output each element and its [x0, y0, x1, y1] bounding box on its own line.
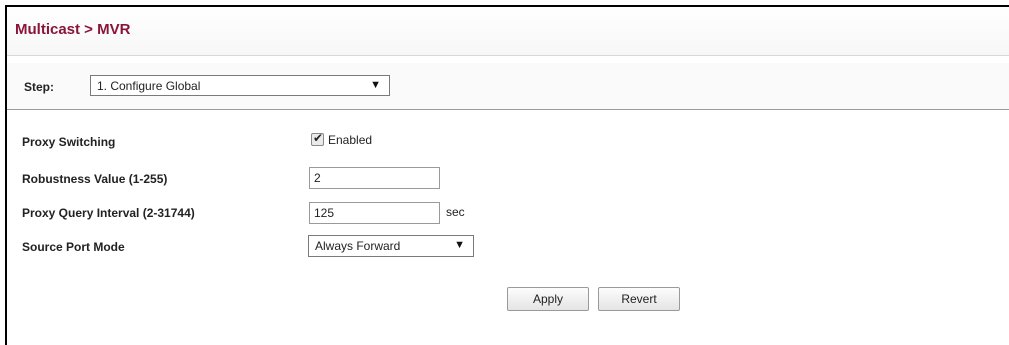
revert-button[interactable]: Revert — [598, 287, 680, 311]
robustness-input[interactable] — [309, 167, 440, 189]
page-header: Multicast > MVR — [7, 7, 1009, 56]
chevron-down-icon: ▼ — [370, 79, 381, 91]
query-interval-label: Proxy Query Interval (2-31744) — [22, 206, 195, 220]
source-port-mode-select[interactable]: Always Forward ▼ — [308, 235, 474, 257]
proxy-switching-checkbox[interactable]: ✔ — [311, 131, 324, 146]
checkmark-icon: ✔ — [313, 131, 324, 145]
robustness-label: Robustness Value (1-255) — [22, 172, 168, 186]
proxy-switching-enabled-label: Enabled — [328, 133, 373, 147]
step-bar: Step: 1. Configure Global ▼ — [7, 63, 1009, 110]
query-interval-unit: sec — [446, 205, 465, 219]
source-port-mode-value: Always Forward — [315, 239, 401, 253]
apply-button[interactable]: Apply — [507, 287, 589, 311]
source-port-mode-label: Source Port Mode — [22, 240, 125, 254]
step-select-value: 1. Configure Global — [97, 79, 201, 93]
chevron-down-icon: ▼ — [454, 239, 465, 251]
step-label: Step: — [24, 80, 54, 94]
step-select[interactable]: 1. Configure Global ▼ — [90, 75, 390, 96]
query-interval-input[interactable] — [309, 202, 440, 224]
proxy-switching-label: Proxy Switching — [22, 135, 116, 149]
page-title: Multicast > MVR — [15, 21, 131, 38]
